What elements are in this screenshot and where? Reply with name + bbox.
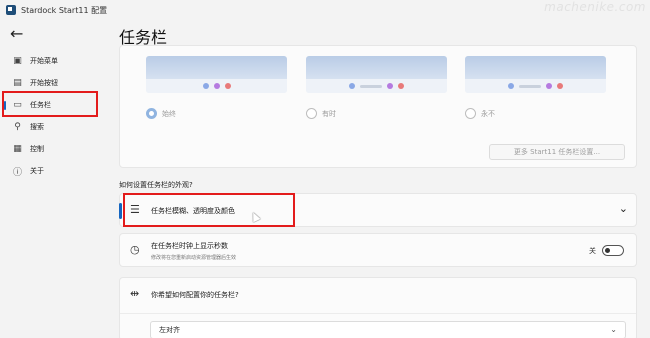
start-button-icon: ▤ bbox=[13, 78, 22, 88]
radio-button[interactable] bbox=[465, 108, 476, 119]
radio-always[interactable]: 始终 bbox=[146, 108, 176, 119]
radio-button[interactable] bbox=[306, 108, 317, 119]
toggle-knob bbox=[605, 248, 610, 253]
sidebar-item-about[interactable]: ⓘ 关于 bbox=[0, 160, 110, 182]
sidebar-item-label: 开始按钮 bbox=[30, 79, 58, 87]
app-logo-icon bbox=[6, 5, 16, 15]
title-bar: Stardock Start11 配置 machenike.com bbox=[0, 0, 650, 20]
chevron-down-icon: ⌄ bbox=[610, 325, 617, 334]
window-title: Stardock Start11 配置 bbox=[21, 5, 108, 15]
radio-label: 始终 bbox=[162, 109, 176, 118]
alignment-select[interactable]: 左对齐 ⌄ bbox=[150, 321, 626, 338]
radio-sometimes[interactable]: 有时 bbox=[306, 108, 336, 119]
preview-never bbox=[465, 56, 606, 93]
radio-button[interactable] bbox=[146, 108, 157, 119]
taskbar-visibility-card: 始终 有时 永不 更多 Start11 任务栏设置... bbox=[119, 45, 637, 168]
sidebar-item-search[interactable]: ⚲ 搜索 bbox=[0, 116, 110, 138]
sidebar-item-start-menu[interactable]: ▣ 开始菜单 bbox=[0, 50, 110, 72]
sidebar-item-label: 关于 bbox=[30, 167, 44, 175]
row-sublabel: 修改将在您重新启动资源管理器后生效 bbox=[151, 255, 237, 261]
seconds-toggle[interactable] bbox=[602, 245, 624, 256]
sidebar-item-label: 控制 bbox=[30, 145, 44, 153]
divider bbox=[120, 313, 636, 314]
radio-never[interactable]: 永不 bbox=[465, 108, 495, 119]
radio-label: 永不 bbox=[481, 109, 495, 118]
highlight-box-taskbar bbox=[2, 91, 98, 117]
row-label: 在任务栏时钟上显示秒数 bbox=[151, 242, 228, 250]
radio-label: 有时 bbox=[322, 109, 336, 118]
preview-sometimes bbox=[306, 56, 447, 93]
sidebar-item-label: 搜索 bbox=[30, 123, 44, 131]
search-icon: ⚲ bbox=[14, 122, 21, 132]
watermark: machenike.com bbox=[544, 0, 646, 14]
clock-seconds-row: ◷ 在任务栏时钟上显示秒数 修改将在您重新启动资源管理器后生效 关 bbox=[119, 233, 637, 267]
taskbar-config-row: ⇹ 你希望如何配置你的任务栏? 左对齐 ⌄ bbox=[119, 277, 637, 338]
row-label: 你希望如何配置你的任务栏? bbox=[151, 291, 239, 299]
control-icon: ▦ bbox=[13, 144, 22, 154]
preview-always bbox=[146, 56, 287, 93]
toggle-state-label: 关 bbox=[589, 247, 596, 255]
chevron-down-icon[interactable]: ⌄ bbox=[619, 202, 628, 215]
start-menu-icon: ▣ bbox=[13, 56, 22, 66]
sidebar-item-label: 开始菜单 bbox=[30, 57, 58, 65]
clock-icon: ◷ bbox=[130, 243, 140, 256]
back-arrow-icon[interactable]: ← bbox=[10, 26, 23, 42]
more-taskbar-settings-button[interactable]: 更多 Start11 任务栏设置... bbox=[489, 144, 625, 160]
appearance-section-label: 如何设置任务栏的外观? bbox=[119, 181, 193, 189]
row-accent bbox=[119, 203, 122, 219]
align-icon: ⇹ bbox=[130, 287, 140, 300]
sidebar-item-control[interactable]: ▦ 控制 bbox=[0, 138, 110, 160]
info-icon: ⓘ bbox=[12, 167, 22, 178]
select-value: 左对齐 bbox=[159, 326, 180, 334]
highlight-box-blur-row bbox=[123, 193, 295, 227]
